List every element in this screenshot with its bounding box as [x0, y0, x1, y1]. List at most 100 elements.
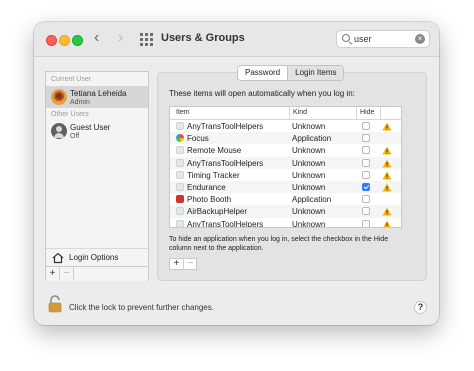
house-icon — [52, 252, 64, 264]
user-list-buttons: + − — [46, 266, 148, 281]
column-header-item[interactable]: Item — [176, 109, 190, 116]
tab-password[interactable]: Password — [238, 66, 287, 80]
current-user-header: Current User — [51, 76, 92, 83]
item-kind: Application — [292, 134, 332, 144]
table-row[interactable]: Focus Application — [170, 132, 401, 145]
user-name: Guest User — [70, 123, 111, 132]
table-row[interactable]: AnyTransToolHelpers Unknown — [170, 120, 401, 132]
add-login-item-button[interactable]: + — [170, 259, 184, 269]
clear-search-icon[interactable]: × — [415, 34, 425, 44]
item-kind: Unknown — [292, 122, 326, 131]
item-name: AnyTransToolHelpers — [187, 158, 264, 168]
search-icon — [342, 34, 350, 42]
hide-hint-text: To hide an application when you log in, … — [169, 236, 389, 252]
warning-icon — [382, 159, 392, 168]
add-user-button[interactable]: + — [46, 267, 60, 280]
window-title: Users & Groups — [161, 32, 245, 44]
focus-app-icon — [176, 134, 184, 143]
close-window-button[interactable] — [46, 35, 57, 46]
table-row[interactable]: Timing Tracker Unknown — [170, 169, 401, 181]
table-body: AnyTransToolHelpers Unknown Focus Applicati… — [170, 120, 401, 228]
titlebar: ‹ › Users & Groups × — [34, 22, 439, 57]
tab-login-items[interactable]: Login Items — [287, 66, 344, 80]
table-row[interactable]: AirBackupHelper Unknown — [170, 205, 401, 218]
zoom-window-button[interactable] — [72, 35, 83, 46]
table-row[interactable]: AnyTransToolHelpers Unknown — [170, 156, 401, 169]
item-name: AnyTransToolHelpers — [187, 122, 264, 131]
login-items-table: Item Kind Hide AnyTransToolHelpers Unknow… — [169, 106, 402, 228]
tab-bar: Password Login Items — [237, 65, 345, 81]
hide-checkbox[interactable] — [362, 207, 370, 216]
column-header-hide[interactable]: Hide — [356, 107, 374, 119]
login-items-intro: These items will open automatically when… — [169, 89, 355, 98]
back-chevron-icon[interactable]: ‹ — [94, 30, 99, 46]
item-name: AnyTransToolHelpers — [187, 219, 264, 228]
user-status: Off — [70, 133, 80, 140]
hide-checkbox[interactable] — [362, 195, 370, 204]
item-name: AirBackupHelper — [187, 207, 248, 217]
user-row-tetiana-leheida[interactable]: Tetiana Leheida Admin — [46, 86, 148, 108]
forward-chevron-icon[interactable]: › — [118, 30, 123, 46]
show-all-grid-icon[interactable] — [140, 33, 153, 46]
generic-app-icon — [176, 146, 184, 155]
generic-app-icon — [176, 122, 184, 130]
item-name: Focus — [187, 134, 209, 144]
minimize-window-button[interactable] — [59, 35, 70, 46]
warning-icon — [382, 207, 392, 216]
item-kind: Unknown — [292, 170, 326, 180]
table-row[interactable]: AnyTransToolHelpers Unknown — [170, 218, 401, 228]
item-kind: Unknown — [292, 158, 326, 168]
column-divider — [380, 107, 382, 119]
hide-checkbox[interactable] — [362, 122, 370, 130]
item-name: Timing Tracker — [187, 170, 240, 180]
user-row-guest-user[interactable]: Guest User Off — [46, 120, 148, 142]
hide-checkbox[interactable] — [362, 146, 370, 155]
item-kind: Application — [292, 195, 332, 205]
hide-checkbox[interactable] — [362, 170, 370, 179]
item-kind: Unknown — [292, 207, 326, 217]
photo-booth-app-icon — [176, 195, 184, 204]
search-field[interactable]: × — [336, 30, 430, 48]
warning-icon — [382, 146, 392, 155]
guest-avatar — [51, 123, 67, 139]
user-name: Tetiana Leheida — [70, 89, 127, 98]
login-items-buttons: + − — [169, 258, 197, 270]
user-role: Admin — [70, 99, 90, 106]
help-button[interactable]: ? — [414, 301, 427, 314]
generic-app-icon — [176, 170, 184, 179]
search-input[interactable] — [354, 32, 410, 46]
users-groups-window: ‹ › Users & Groups × Current User Tetian… — [34, 22, 439, 325]
table-row[interactable]: Remote Mouse Unknown — [170, 144, 401, 156]
flower-avatar — [51, 89, 67, 105]
table-row[interactable]: Photo Booth Application — [170, 193, 401, 205]
generic-app-icon — [176, 158, 184, 167]
users-sidebar: Current User Tetiana Leheida Admin Other… — [45, 71, 149, 281]
item-name: Endurance — [187, 182, 226, 192]
item-kind: Unknown — [292, 146, 326, 156]
generic-app-icon — [176, 219, 184, 227]
item-name: Remote Mouse — [187, 146, 242, 156]
item-kind: Unknown — [292, 182, 326, 192]
warning-icon — [382, 122, 392, 131]
hide-checkbox[interactable] — [362, 219, 370, 227]
generic-app-icon — [176, 207, 184, 216]
login-options-item[interactable]: Login Options — [46, 248, 148, 267]
warning-icon — [382, 171, 392, 180]
column-header-kind[interactable]: Kind — [289, 107, 307, 119]
lock-message: Click the lock to prevent further change… — [69, 303, 214, 312]
remove-login-item-button[interactable]: − — [184, 259, 197, 269]
table-row[interactable]: Endurance Unknown — [170, 180, 401, 194]
hide-checkbox[interactable] — [362, 182, 370, 191]
warning-icon — [382, 220, 392, 227]
other-users-header: Other Users — [51, 111, 89, 118]
login-options-label: Login Options — [69, 253, 119, 262]
table-header: Item Kind Hide — [170, 107, 401, 120]
remove-user-button[interactable]: − — [60, 267, 74, 280]
hide-checkbox[interactable] — [362, 158, 370, 167]
login-items-panel: These items will open automatically when… — [157, 72, 427, 281]
hide-checkbox[interactable] — [362, 134, 370, 143]
item-name: Photo Booth — [187, 195, 232, 205]
lock-icon[interactable] — [48, 295, 62, 313]
item-kind: Unknown — [292, 219, 326, 228]
generic-app-icon — [176, 182, 184, 191]
